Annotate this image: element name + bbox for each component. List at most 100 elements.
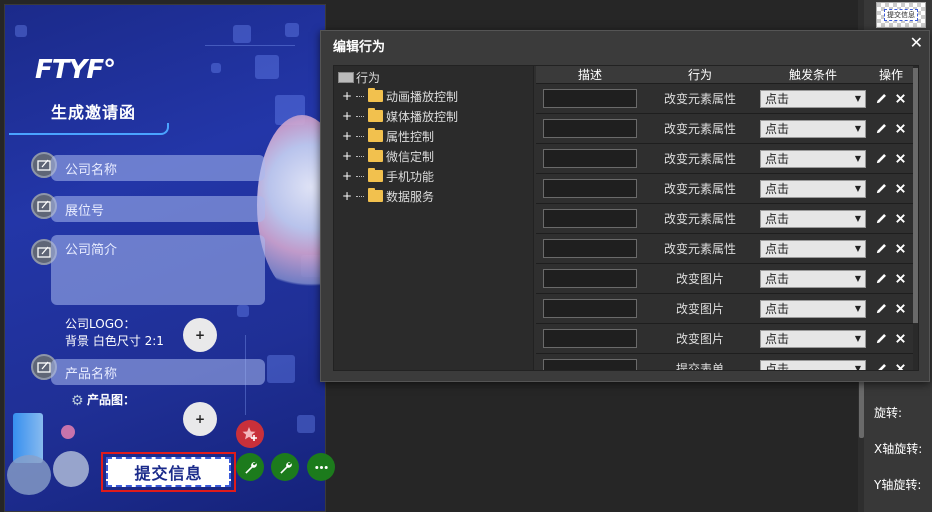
edit-pencil-icon[interactable]	[875, 362, 888, 370]
settings-wrench-button[interactable]	[236, 453, 264, 481]
trigger-value: 点击	[765, 302, 790, 316]
company-name-field[interactable]: 公司名称	[51, 155, 265, 181]
tree-item[interactable]: + 属性控制	[338, 126, 529, 146]
phone-preview[interactable]: FTYF° 生成邀请函 公司名称 展位号 公司简介 公司LOGO： 背景 白色尺…	[4, 4, 326, 512]
more-dots-icon	[314, 465, 328, 469]
expand-icon[interactable]: +	[342, 129, 354, 143]
globe-decoration	[257, 115, 325, 295]
trigger-select[interactable]: 点击 ▼	[760, 329, 866, 348]
edit-pencil-icon[interactable]	[875, 92, 888, 105]
settings-wrench-button[interactable]	[271, 453, 299, 481]
expand-icon[interactable]: +	[342, 149, 354, 163]
edit-pencil-icon[interactable]	[875, 242, 888, 255]
logo-size-hint: 背景 白色尺寸 2:1	[65, 334, 164, 348]
trigger-select[interactable]: 点击 ▼	[760, 149, 866, 168]
dropdown-arrow-icon: ▼	[854, 214, 861, 223]
edit-pencil-icon[interactable]	[875, 212, 888, 225]
description-input[interactable]	[543, 359, 637, 370]
edit-pencil-icon[interactable]	[875, 332, 888, 345]
tree-connector	[356, 115, 364, 117]
edit-pencil-icon[interactable]	[875, 122, 888, 135]
delete-icon[interactable]	[894, 242, 907, 255]
delete-icon[interactable]	[894, 92, 907, 105]
edit-pencil-icon[interactable]	[875, 182, 888, 195]
close-icon[interactable]: ✕	[910, 33, 923, 52]
description-input[interactable]	[543, 179, 637, 198]
trigger-select[interactable]: 点击 ▼	[760, 119, 866, 138]
tree-connector	[356, 135, 364, 137]
tree-root[interactable]: 行为	[338, 68, 529, 86]
delete-icon[interactable]	[894, 362, 907, 370]
dropdown-arrow-icon: ▼	[854, 184, 861, 193]
delete-icon[interactable]	[894, 332, 907, 345]
expand-icon[interactable]: +	[342, 189, 354, 203]
tree-item[interactable]: + 微信定制	[338, 146, 529, 166]
upload-product-image-button[interactable]: +	[183, 402, 217, 436]
edit-pencil-icon[interactable]	[875, 152, 888, 165]
description-input[interactable]	[543, 299, 637, 318]
y-rotate-label: Y轴旋转:	[874, 478, 922, 492]
logo-label: 公司LOGO：	[65, 317, 136, 331]
action-label: 改变图片	[675, 332, 724, 346]
table-row: 改变图片 点击 ▼	[536, 264, 918, 294]
delete-icon[interactable]	[894, 122, 907, 135]
edit-pencil-icon[interactable]	[875, 272, 888, 285]
tree-item[interactable]: + 动画播放控制	[338, 86, 529, 106]
tree-connector	[356, 95, 364, 97]
action-label: 提交表单	[675, 362, 724, 370]
action-label: 改变元素属性	[663, 182, 736, 196]
add-favorite-button[interactable]	[236, 420, 264, 448]
delete-icon[interactable]	[894, 302, 907, 315]
action-label: 改变元素属性	[663, 242, 736, 256]
delete-icon[interactable]	[894, 212, 907, 225]
trigger-select[interactable]: 点击 ▼	[760, 359, 866, 370]
table-row: 改变元素属性 点击 ▼	[536, 234, 918, 264]
delete-icon[interactable]	[894, 152, 907, 165]
edit-pencil-icon[interactable]	[875, 302, 888, 315]
action-label: 改变图片	[675, 272, 724, 286]
description-input[interactable]	[543, 89, 637, 108]
action-label: 改变元素属性	[663, 122, 736, 136]
dialog-body: 行为 + 动画播放控制 + 媒体播放控制 + 属性控制 + 微信定制 + 手机功能 + 数据服务 描述…	[333, 65, 919, 371]
product-name-field[interactable]: 产品名称	[51, 359, 265, 385]
folder-icon	[368, 188, 383, 202]
table-row: 改变元素属性 点击 ▼	[536, 174, 918, 204]
tree-item-label: 媒体播放控制	[386, 109, 459, 124]
folder-icon	[368, 148, 383, 162]
tree-item-label: 属性控制	[386, 129, 435, 144]
element-thumbnail[interactable]: 提交信息	[876, 2, 926, 28]
dropdown-arrow-icon: ▼	[854, 274, 861, 283]
delete-icon[interactable]	[894, 182, 907, 195]
action-label: 改变元素属性	[663, 152, 736, 166]
trigger-select[interactable]: 点击 ▼	[760, 209, 866, 228]
booth-number-field[interactable]: 展位号	[51, 196, 265, 222]
upload-logo-button[interactable]: +	[183, 318, 217, 352]
description-input[interactable]	[543, 119, 637, 138]
dropdown-arrow-icon: ▼	[854, 124, 861, 133]
trigger-select[interactable]: 点击 ▼	[760, 269, 866, 288]
expand-icon[interactable]: +	[342, 89, 354, 103]
tree-item[interactable]: + 媒体播放控制	[338, 106, 529, 126]
dropdown-arrow-icon: ▼	[854, 304, 861, 313]
expand-icon[interactable]: +	[342, 109, 354, 123]
tree-item-label: 微信定制	[386, 149, 435, 164]
delete-icon[interactable]	[894, 272, 907, 285]
description-input[interactable]	[543, 329, 637, 348]
trigger-select[interactable]: 点击 ▼	[760, 299, 866, 318]
description-input[interactable]	[543, 239, 637, 258]
trigger-select[interactable]: 点击 ▼	[760, 239, 866, 258]
description-input[interactable]	[543, 209, 637, 228]
more-options-button[interactable]	[307, 453, 335, 481]
company-intro-field[interactable]: 公司简介	[51, 235, 265, 305]
tree-item[interactable]: + 手机功能	[338, 166, 529, 186]
decorative-square	[237, 305, 249, 317]
submit-button[interactable]: 提交信息	[101, 452, 236, 492]
description-input[interactable]	[543, 269, 637, 288]
trigger-select[interactable]: 点击 ▼	[760, 89, 866, 108]
expand-icon[interactable]: +	[342, 169, 354, 183]
table-scrollbar-thumb[interactable]	[913, 68, 918, 323]
description-input[interactable]	[543, 149, 637, 168]
trigger-select[interactable]: 点击 ▼	[760, 179, 866, 198]
tree-item[interactable]: + 数据服务	[338, 186, 529, 206]
page-title: 生成邀请函	[51, 103, 137, 122]
